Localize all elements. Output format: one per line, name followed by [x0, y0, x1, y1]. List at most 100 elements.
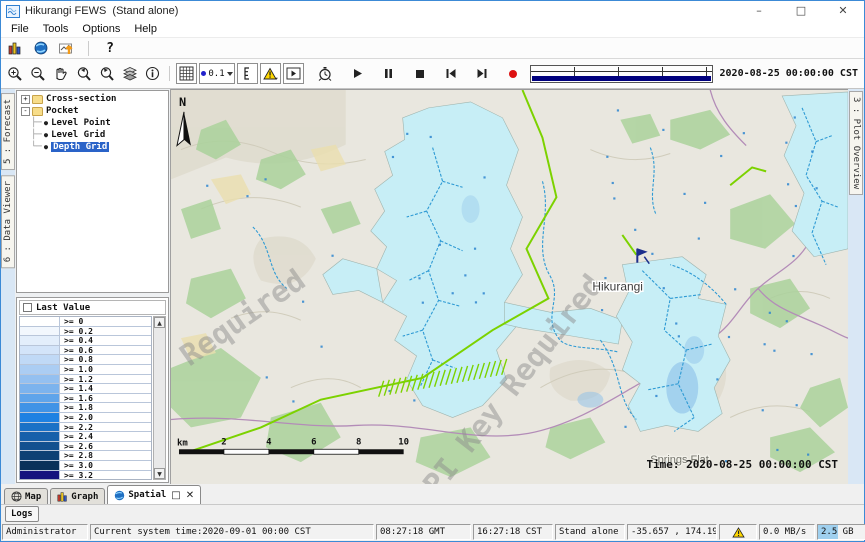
- stop-button[interactable]: [409, 63, 430, 84]
- legend-row[interactable]: >= 1.6: [20, 394, 151, 404]
- legend-row-label: >= 0.2: [60, 327, 151, 336]
- menu-file[interactable]: File: [4, 23, 36, 35]
- expand-icon[interactable]: +: [21, 95, 30, 104]
- legend-row[interactable]: >= 2.8: [20, 451, 151, 461]
- map-globe-icon[interactable]: [32, 40, 50, 57]
- legend-row[interactable]: >= 3.2: [20, 471, 151, 481]
- tab-close-icon[interactable]: ✕: [186, 490, 194, 501]
- legend-row-label: >= 1.4: [60, 384, 151, 393]
- legend-row[interactable]: >= 0.8: [20, 355, 151, 365]
- grid-display-button[interactable]: [176, 63, 197, 84]
- logs-button[interactable]: Logs: [5, 506, 39, 522]
- animation-panel-button[interactable]: [283, 63, 304, 84]
- legend-color-swatch: [20, 355, 60, 364]
- last-value-label: Last Value: [36, 303, 90, 313]
- spatial-display-icon[interactable]: [58, 40, 76, 57]
- tab-restore-icon[interactable]: □: [171, 490, 180, 501]
- play-button[interactable]: [347, 63, 368, 84]
- menu-help[interactable]: Help: [127, 23, 164, 35]
- scroll-down-icon[interactable]: ▼: [154, 468, 165, 479]
- zoom-out-icon[interactable]: [27, 63, 48, 84]
- tab-graph-label: Graph: [71, 492, 98, 502]
- legend-row[interactable]: >= 2.2: [20, 423, 151, 433]
- legend-row[interactable]: >= 0.6: [20, 346, 151, 356]
- record-button[interactable]: [502, 63, 523, 84]
- help-button[interactable]: ?: [101, 40, 119, 57]
- status-warning-icon[interactable]: [719, 524, 757, 540]
- legend-color-swatch: [20, 375, 60, 384]
- menu-options[interactable]: Options: [75, 23, 127, 35]
- legend-row[interactable]: >= 3.0: [20, 461, 151, 471]
- legend-row[interactable]: >= 1.4: [20, 384, 151, 394]
- tree-item-level-grid[interactable]: ├─ ● Level Grid: [17, 129, 168, 141]
- bar-chart-icon: [57, 491, 68, 502]
- tab-plot-overview[interactable]: 3 : Plot Overview: [849, 91, 863, 195]
- pan-hand-icon[interactable]: [50, 63, 71, 84]
- legend-row[interactable]: >= 1.8: [20, 403, 151, 413]
- tree-item-cross-section[interactable]: + Cross-section: [17, 93, 168, 105]
- legend-row[interactable]: >= 0: [20, 317, 151, 327]
- zoom-next-icon[interactable]: [96, 63, 117, 84]
- tree-item-level-point[interactable]: ├─ ● Level Point: [17, 117, 168, 129]
- legend-header: Last Value: [19, 300, 166, 315]
- legend-row-label: >= 3.0: [60, 461, 151, 470]
- contour-threshold-dropdown[interactable]: 0.1: [199, 63, 235, 84]
- close-button[interactable]: ✕: [822, 1, 864, 21]
- scroll-up-icon[interactable]: ▲: [154, 317, 165, 328]
- legend-row[interactable]: >= 0.4: [20, 336, 151, 346]
- tab-data-viewer[interactable]: 6 : Data Viewer: [1, 175, 15, 268]
- animation-timer-icon[interactable]: [314, 63, 335, 84]
- tab-spatial-label: Spatial: [128, 490, 166, 500]
- layers-icon[interactable]: [119, 63, 140, 84]
- legend-row[interactable]: >= 1.2: [20, 375, 151, 385]
- menu-tools[interactable]: Tools: [36, 23, 76, 35]
- tree-item-label[interactable]: Pocket: [46, 106, 79, 116]
- tree-item-label-selected[interactable]: Depth Grid: [51, 142, 109, 152]
- tree-item-label[interactable]: Level Point: [51, 118, 111, 128]
- map-canvas[interactable]: API Key Required API Key Required Hikura…: [171, 90, 848, 484]
- toolbar-separator: [88, 41, 89, 56]
- legend-row[interactable]: >= 1.0: [20, 365, 151, 375]
- tab-spatial[interactable]: Spatial □ ✕: [107, 485, 201, 504]
- legend-row[interactable]: >= 2.0: [20, 413, 151, 423]
- info-icon[interactable]: [142, 63, 163, 84]
- scale-bar-button[interactable]: [237, 63, 258, 84]
- svg-text:10: 10: [398, 437, 409, 447]
- right-tab-strip: 3 : Plot Overview: [848, 89, 864, 484]
- legend-row-label: >= 0.6: [60, 346, 151, 355]
- minimize-button[interactable]: –: [738, 1, 780, 21]
- legend-row[interactable]: >= 0.2: [20, 327, 151, 337]
- tab-map[interactable]: Map: [4, 488, 48, 504]
- tree-item-label[interactable]: Cross-section: [46, 94, 116, 104]
- warning-threshold-button[interactable]: [260, 63, 281, 84]
- legend-rows: >= 0>= 0.2>= 0.4>= 0.6>= 0.8>= 1.0>= 1.2…: [19, 316, 152, 480]
- zoom-in-icon[interactable]: [4, 63, 25, 84]
- last-value-checkbox[interactable]: [23, 303, 32, 312]
- skip-to-start-button[interactable]: [440, 63, 461, 84]
- chevron-down-icon: [227, 72, 233, 76]
- pause-button[interactable]: [378, 63, 399, 84]
- zoom-previous-icon[interactable]: [73, 63, 94, 84]
- legend-row[interactable]: >= 2.6: [20, 442, 151, 452]
- collapse-icon[interactable]: -: [21, 107, 30, 116]
- tree-item-depth-grid[interactable]: └─ ● Depth Grid: [17, 141, 168, 153]
- scroll-track[interactable]: [154, 328, 165, 468]
- graphs-icon[interactable]: [6, 40, 24, 57]
- time-slider-range[interactable]: [532, 76, 711, 81]
- tab-map-label: Map: [25, 492, 41, 502]
- map-viewport[interactable]: API Key Required API Key Required Hikura…: [171, 89, 848, 484]
- skip-to-end-button[interactable]: [471, 63, 492, 84]
- legend-row-label: >= 2.2: [60, 423, 151, 432]
- tree-item-label[interactable]: Level Grid: [51, 130, 105, 140]
- time-slider[interactable]: [530, 65, 713, 83]
- bullet-icon: ●: [44, 119, 48, 127]
- tab-forecast[interactable]: 5 : Forecast: [1, 93, 15, 170]
- legend-scrollbar[interactable]: ▲ ▼: [153, 316, 166, 480]
- maximize-button[interactable]: □: [780, 1, 822, 21]
- tree-item-pocket[interactable]: - Pocket: [17, 105, 168, 117]
- status-mode: Stand alone: [555, 524, 625, 540]
- legend-color-swatch: [20, 336, 60, 345]
- legend-row[interactable]: >= 2.4: [20, 432, 151, 442]
- window-title: Hikurangi FEWS (Stand alone): [25, 5, 178, 17]
- tab-graph[interactable]: Graph: [50, 488, 105, 504]
